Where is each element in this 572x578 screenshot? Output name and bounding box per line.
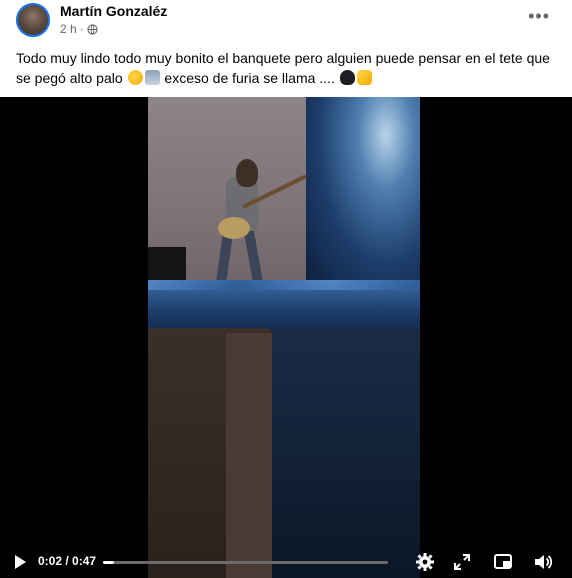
stage-speaker [148, 247, 186, 281]
stage-cloth-highlight [148, 280, 420, 290]
picture-in-picture-icon[interactable] [493, 552, 513, 572]
play-icon[interactable] [15, 555, 26, 569]
statue-emoji-icon [144, 70, 160, 85]
progress-fill [103, 561, 115, 564]
avatar[interactable] [16, 3, 50, 37]
laughing-emoji-icon [127, 70, 143, 85]
more-options-button[interactable]: ••• [528, 6, 550, 27]
gear-icon[interactable] [415, 552, 435, 572]
muscle-emoji-icon [356, 70, 372, 85]
progress-bar[interactable] [103, 561, 388, 564]
black-heart-emoji-icon [339, 70, 355, 85]
guitar-body [218, 217, 250, 239]
expand-icon[interactable] [452, 552, 472, 572]
caption-line-2-end: exceso de furia se llama .... [164, 70, 335, 86]
stage-backdrop [306, 97, 420, 287]
post-caption: Todo muy lindo todo muy bonito el banque… [16, 48, 561, 88]
author-name[interactable]: Martín Gonzaléz [60, 3, 167, 19]
post-meta: 2 h · [60, 22, 98, 36]
globe-icon [87, 23, 98, 35]
performer-head [236, 159, 258, 187]
caption-line-1: Todo muy lindo todo muy bonito el banque… [16, 50, 523, 66]
meta-separator: · [79, 22, 84, 36]
video-controls: 0:02 / 0:47 [0, 545, 572, 578]
volume-icon[interactable] [533, 552, 553, 572]
time-display: 0:02 / 0:47 [38, 554, 97, 568]
stage-box-side [226, 333, 272, 578]
post-header: Martín Gonzaléz 2 h · ••• [0, 0, 572, 42]
post-time[interactable]: 2 h [60, 22, 77, 36]
video-frame[interactable] [148, 97, 420, 578]
video-player[interactable]: 0:02 / 0:47 [0, 97, 572, 578]
